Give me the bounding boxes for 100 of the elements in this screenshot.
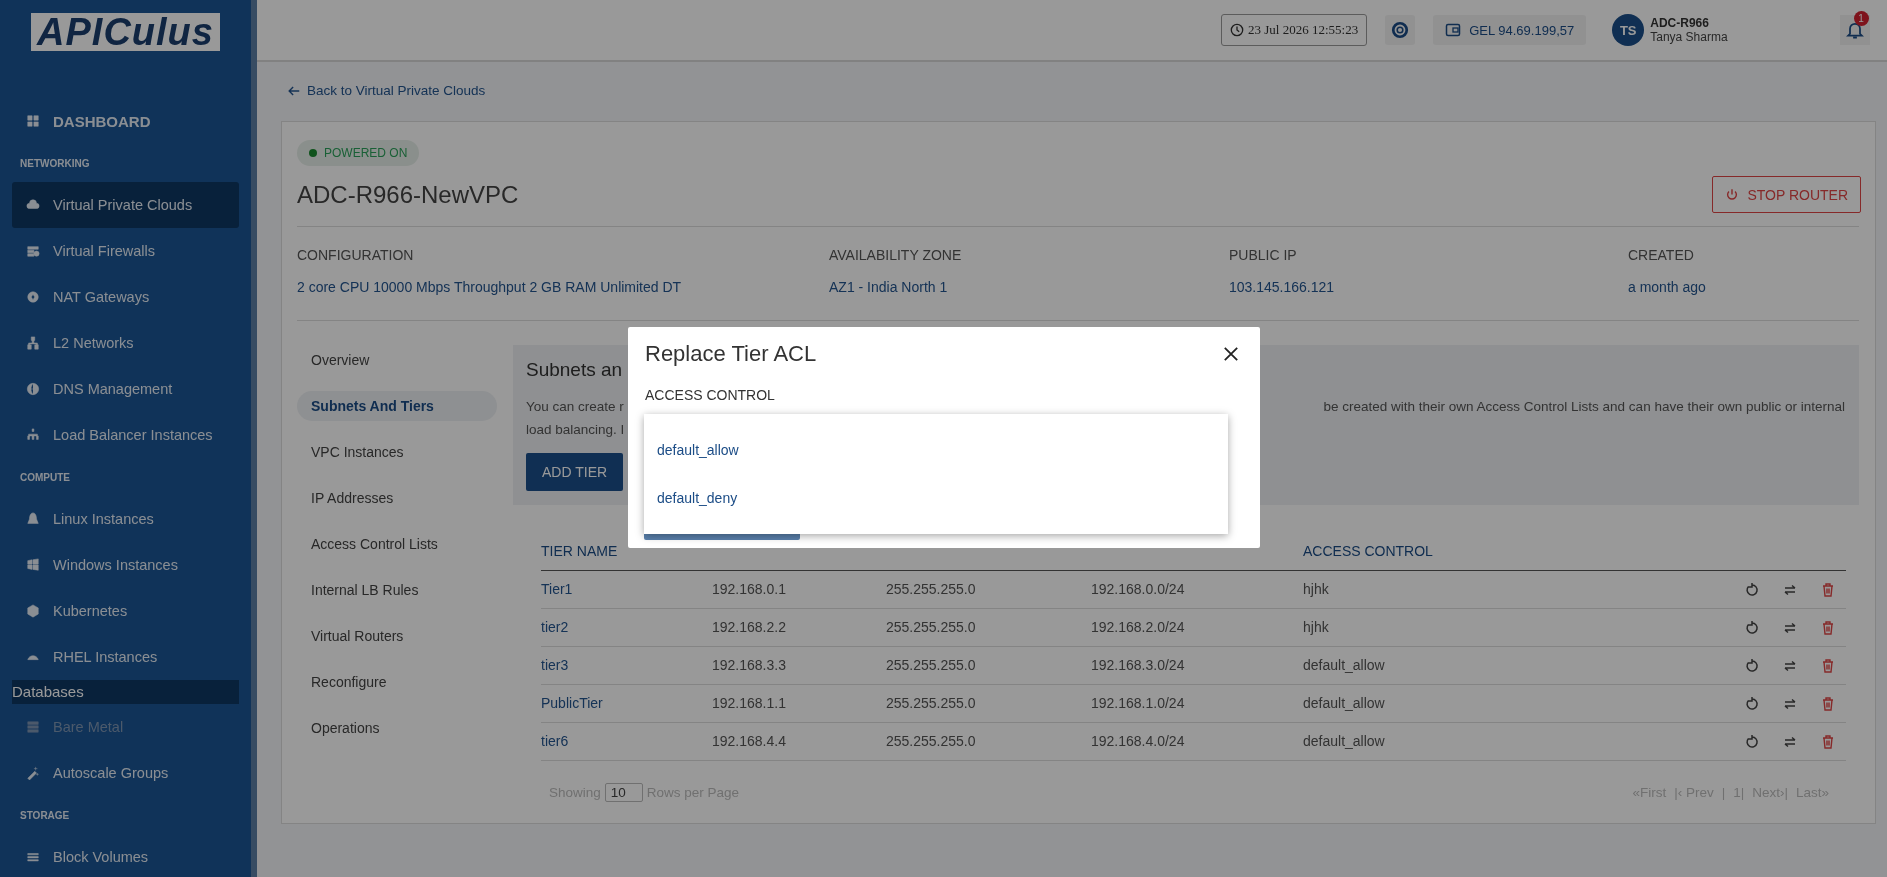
field-label: ACCESS CONTROL xyxy=(645,387,776,403)
refresh-icon[interactable] xyxy=(1744,695,1760,712)
vpc-name: ADC-R966-NewVPC xyxy=(297,180,519,209)
description-text: You can create r xyxy=(526,397,625,416)
tab[interactable]: Virtual Routers xyxy=(297,620,497,651)
trash-icon[interactable] xyxy=(1820,619,1836,636)
tab[interactable]: Internal LB Rules xyxy=(297,574,497,605)
status-badge: POWERED ON xyxy=(297,139,420,166)
notification-count: 1 xyxy=(1853,11,1869,26)
sidebar-item[interactable]: DASHBOARD xyxy=(12,98,239,144)
sidebar-item[interactable]: Block Volumes xyxy=(12,834,239,877)
detail-label: CONFIGURATION xyxy=(297,246,415,263)
date-time: 23 Jul 2026 12:55:23 xyxy=(1221,14,1368,46)
cloud-icon xyxy=(26,198,40,212)
tab[interactable]: Operations xyxy=(297,712,497,743)
stop-router-button[interactable]: STOP ROUTER xyxy=(1712,176,1861,213)
table-cell: 192.168.3.3 xyxy=(712,657,786,673)
table-cell: default_allow xyxy=(1303,695,1385,711)
sidebar-item[interactable]: Autoscale Groups xyxy=(12,750,239,796)
detail-value: 2 core CPU 10000 Mbps Throughput 2 GB RAM Unlimited DT xyxy=(297,278,683,295)
server-icon xyxy=(26,720,40,734)
detail-label: AVAILABILITY ZONE xyxy=(829,246,963,263)
sidebar-item[interactable]: Virtual Firewalls xyxy=(12,228,239,274)
table-cell: 255.255.255.0 xyxy=(886,695,976,711)
sidebar-item[interactable]: NAT Gateways xyxy=(12,274,239,320)
modal-title: Replace Tier ACL xyxy=(645,341,817,367)
close-icon[interactable] xyxy=(1222,345,1240,363)
table-cell: 255.255.255.0 xyxy=(886,581,976,597)
wallet-icon xyxy=(1445,22,1462,38)
sidebar-item[interactable]: Linux Instances xyxy=(12,496,239,542)
hierarchy-icon xyxy=(26,428,40,442)
table-cell: 255.255.255.0 xyxy=(886,733,976,749)
tier-name-link[interactable]: tier6 xyxy=(541,733,569,749)
bell-icon xyxy=(1844,20,1865,40)
back-link[interactable]: Back to Virtual Private Clouds xyxy=(287,83,486,98)
page-size-field[interactable]: 10 xyxy=(604,782,643,802)
sidebar-item[interactable]: RHEL Instances xyxy=(12,634,239,680)
trash-icon[interactable] xyxy=(1820,695,1836,712)
detail-value: AZ1 - India North 1 xyxy=(829,278,949,295)
sidebar-item[interactable]: Windows Instances xyxy=(12,542,239,588)
table-cell: 192.168.2.2 xyxy=(712,619,786,635)
refresh-icon[interactable] xyxy=(1744,657,1760,674)
clock-icon xyxy=(1230,23,1244,37)
tier-name-link[interactable]: PublicTier xyxy=(541,695,603,711)
table-cell: 192.168.0.0/24 xyxy=(1091,581,1185,597)
grid-icon xyxy=(26,114,40,128)
hexagon-icon xyxy=(26,604,40,618)
logo[interactable]: APICulus xyxy=(31,13,220,51)
section-heading: STORAGE xyxy=(20,809,70,821)
power-icon xyxy=(1725,187,1740,202)
life-ring-icon xyxy=(1391,21,1410,39)
menu-icon xyxy=(26,850,40,864)
dropdown-option[interactable]: default_deny xyxy=(644,474,1228,522)
detail-label: CREATED xyxy=(1628,246,1695,263)
table-cell: 192.168.2.0/24 xyxy=(1091,619,1185,635)
refresh-icon[interactable] xyxy=(1744,619,1760,636)
refresh-icon[interactable] xyxy=(1744,581,1760,598)
add-tier-button[interactable]: ADD TIER xyxy=(526,452,624,491)
column-header: TIER NAME xyxy=(541,542,618,559)
table-cell: hjhk xyxy=(1303,581,1329,597)
avatar[interactable]: TS xyxy=(1612,14,1645,46)
table-cell: 192.168.1.0/24 xyxy=(1091,695,1185,711)
panel-title: Subnets an xyxy=(526,358,623,381)
table-cell: 255.255.255.0 xyxy=(886,657,976,673)
sidebar-item[interactable]: Kubernetes xyxy=(12,588,239,634)
tab[interactable]: Access Control Lists xyxy=(297,528,497,559)
account-name: ADC-R966 xyxy=(1650,16,1710,30)
column-header: ACCESS CONTROL xyxy=(1303,542,1433,559)
detail-value: a month ago xyxy=(1628,278,1707,295)
detail-label: PUBLIC IP xyxy=(1229,246,1298,263)
balance-button[interactable]: GEL 94.69.199,57 xyxy=(1433,15,1587,45)
tab[interactable]: Overview xyxy=(297,344,497,375)
windows-icon xyxy=(26,558,40,572)
tab[interactable]: Reconfigure xyxy=(297,666,497,697)
refresh-icon[interactable] xyxy=(1744,733,1760,750)
description-text: be created with their own Access Control Lists and can have their own public or internal xyxy=(1323,397,1845,416)
support-button[interactable] xyxy=(1385,15,1416,45)
sidebar-item[interactable]: Virtual Private Clouds xyxy=(12,182,239,228)
trash-icon[interactable] xyxy=(1820,657,1836,674)
dropdown-option[interactable]: default_allow xyxy=(644,426,1228,474)
tab[interactable]: VPC Instances xyxy=(297,436,497,467)
trash-icon[interactable] xyxy=(1820,581,1836,598)
table-cell: default_allow xyxy=(1303,733,1385,749)
sidebar-item[interactable]: DNS Management xyxy=(12,366,239,412)
tier-name-link[interactable]: tier2 xyxy=(541,619,569,635)
description-text: load balancing. I xyxy=(526,420,625,439)
detail-value: 103.145.166.121 xyxy=(1229,278,1336,295)
sidebar-group[interactable]: Databases xyxy=(12,680,239,704)
tab[interactable]: IP Addresses xyxy=(297,482,497,513)
penguin-icon xyxy=(26,512,40,526)
tier-name-link[interactable]: tier3 xyxy=(541,657,569,673)
tab[interactable]: Subnets And Tiers xyxy=(297,390,497,421)
sidebar-item[interactable]: Load Balancer Instances xyxy=(12,412,239,458)
sidebar-item[interactable]: L2 Networks xyxy=(12,320,239,366)
tier-name-link[interactable]: Tier1 xyxy=(541,581,573,597)
trash-icon[interactable] xyxy=(1820,733,1836,750)
user-name: Tanya Sharma xyxy=(1650,30,1728,44)
table-cell: default_allow xyxy=(1303,657,1385,673)
table-cell: 192.168.0.1 xyxy=(712,581,786,597)
hierarchy-icon xyxy=(26,336,40,350)
